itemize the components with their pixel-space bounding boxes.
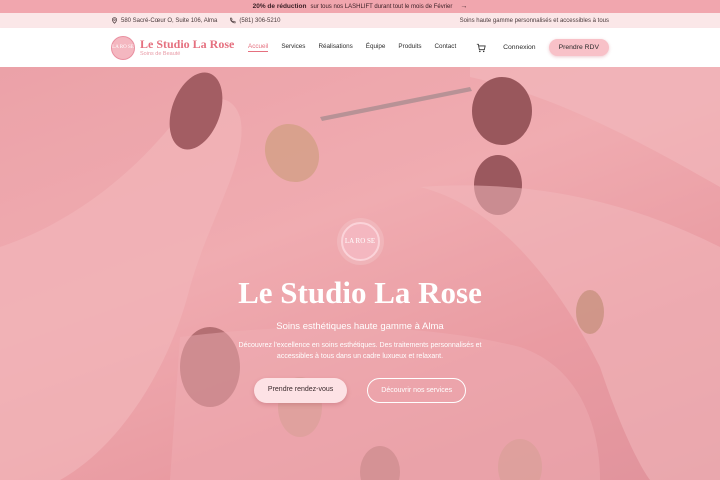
phone[interactable]: (581) 306-5210 <box>229 17 280 24</box>
phone-text: (581) 306-5210 <box>239 17 281 24</box>
address[interactable]: 580 Sacré-Cœur O, Suite 106, Alma <box>111 17 217 24</box>
logo[interactable]: LA RO SE Le Studio La Rose Soins de Beau… <box>111 35 248 60</box>
nav-realisations[interactable]: Réalisations <box>318 43 352 52</box>
main-nav: Accueil Services Réalisations Équipe Pro… <box>248 43 456 52</box>
book-appointment-hero-button[interactable]: Prendre rendez-vous <box>253 378 348 403</box>
nav-equipe[interactable]: Équipe <box>366 43 386 52</box>
map-pin-icon <box>112 17 117 24</box>
hero-title: Le Studio La Rose <box>238 275 482 310</box>
nav-accueil[interactable]: Accueil <box>248 43 269 52</box>
hero-section: LA RO SE Le Studio La Rose Soins esthéti… <box>0 67 720 480</box>
phone-icon <box>230 17 236 24</box>
site-header: LA RO SE Le Studio La Rose Soins de Beau… <box>0 28 720 67</box>
book-appointment-button[interactable]: Prendre RDV <box>548 39 609 56</box>
promo-text: sur tous nos LASHLIFT durant tout le moi… <box>310 3 453 10</box>
logo-subtitle: Soins de Beauté <box>140 51 181 57</box>
tagline: Soins haute gamme personnalisés et acces… <box>459 17 609 24</box>
logo-name: Le Studio La Rose <box>140 37 235 51</box>
hero-description: Découvrez l'excellence en soins esthétiq… <box>238 342 482 360</box>
nav-produits[interactable]: Produits <box>398 43 421 52</box>
address-text: 580 Sacré-Cœur O, Suite 106, Alma <box>121 17 218 24</box>
login-link[interactable]: Connexion <box>503 44 536 51</box>
nav-services[interactable]: Services <box>281 43 305 52</box>
promo-bold: 20% de réduction <box>252 3 307 10</box>
hero-subtitle: Soins esthétiques haute gamme à Alma <box>276 321 444 332</box>
info-bar: 580 Sacré-Cœur O, Suite 106, Alma (581) … <box>0 13 720 28</box>
hero-logo-badge: LA RO SE <box>340 222 380 261</box>
promo-banner[interactable]: 20% de réduction sur tous nos LASHLIFT d… <box>0 0 720 13</box>
discover-services-button[interactable]: Découvrir nos services <box>367 378 467 403</box>
arrow-right-icon[interactable]: → <box>460 3 467 10</box>
cart-icon[interactable] <box>476 43 486 53</box>
nav-contact[interactable]: Contact <box>435 43 457 52</box>
logo-badge: LA RO SE <box>111 35 135 60</box>
